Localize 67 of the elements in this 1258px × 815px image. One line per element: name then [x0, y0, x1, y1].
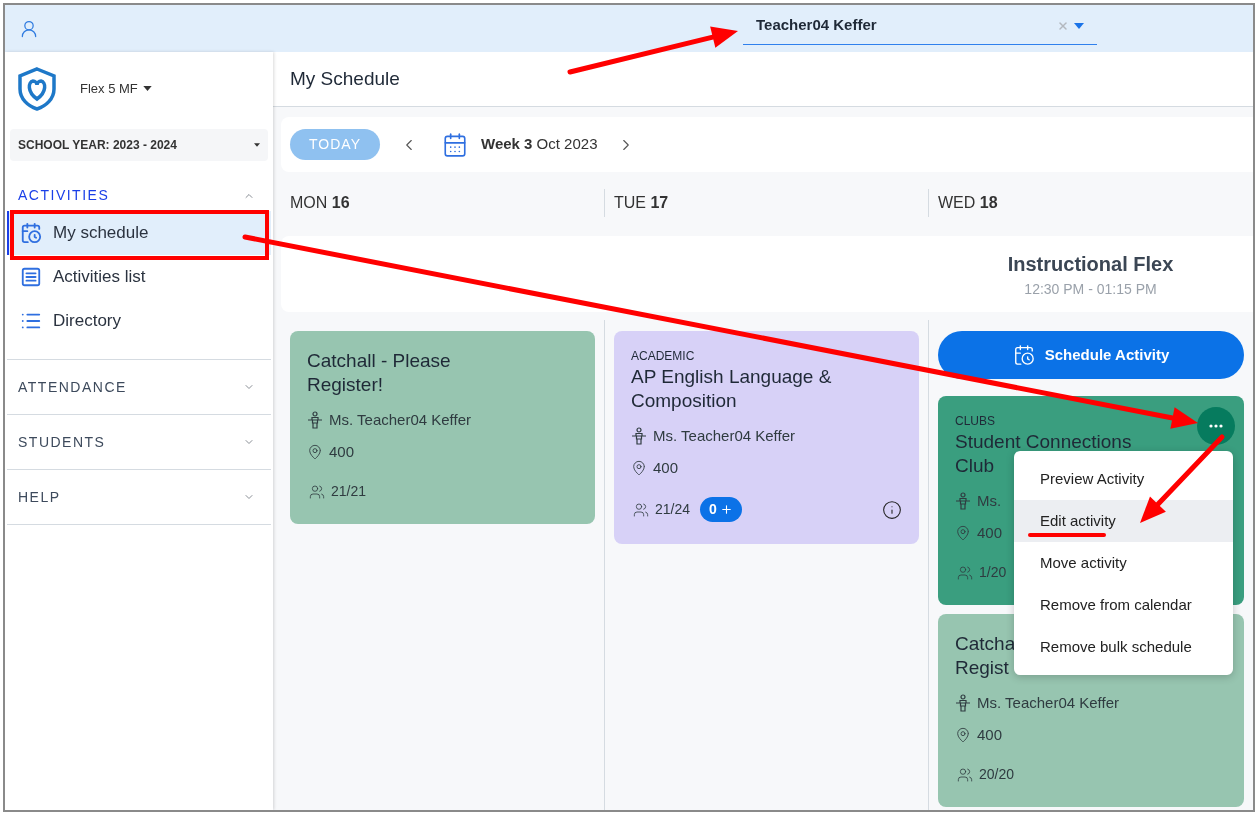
card-title: Catcha Regist — [955, 632, 1016, 680]
user-select[interactable]: Teacher04 Keffer — [743, 7, 1097, 45]
teacher-icon — [955, 694, 971, 713]
school-year-value: SCHOOL YEAR: 2023 - 2024 — [18, 137, 177, 154]
teacher-icon — [631, 427, 647, 446]
waitlist-badge[interactable]: 0 — [700, 497, 742, 522]
people-icon — [631, 501, 651, 518]
day-heading: TUE 17 — [614, 192, 669, 213]
section-header[interactable]: STUDENTS — [7, 415, 271, 469]
activity-card[interactable]: ACADEMIC AP English Language & Composition Ms. Teacher04 Keffer 400 21/24 0 — [614, 331, 919, 544]
people-icon — [955, 766, 975, 783]
section-header[interactable]: ATTENDANCE — [7, 360, 271, 414]
people-icon — [955, 564, 975, 581]
menu-item[interactable]: Remove bulk schedule — [1014, 626, 1233, 668]
location-icon — [631, 458, 647, 477]
location-icon — [955, 523, 971, 542]
caret-icon — [254, 143, 260, 147]
card-title: AP English Language & Composition — [631, 365, 833, 413]
room-number: 400 — [329, 441, 355, 462]
period-time: 12:30 PM - 01:15 PM — [1024, 279, 1157, 299]
teacher-name: Ms. Teacher04 Keffer — [329, 410, 472, 430]
teacher-name: Ms. Teacher04 Keffer — [653, 426, 796, 446]
calendar-clock-icon — [1012, 344, 1035, 366]
menu-item[interactable]: Move activity — [1014, 542, 1233, 584]
enrollment-count: 1/20 — [979, 563, 1007, 582]
teacher-icon — [307, 411, 323, 430]
teacher-name: Ms. Teacher04 Keffer — [977, 693, 1120, 713]
menu-item[interactable]: Edit activity — [1014, 500, 1233, 542]
section-header[interactable]: HELP — [7, 470, 271, 524]
page-title: My Schedule — [290, 66, 400, 91]
badge-count: 0 — [709, 500, 717, 519]
schedule-activity-button[interactable]: Schedule Activity — [938, 331, 1244, 379]
menu-item[interactable]: Remove from calendar — [1014, 584, 1233, 626]
teacher-name: Ms. — [977, 491, 1002, 511]
teacher-icon — [955, 492, 971, 511]
caret-icon — [142, 86, 152, 91]
card-category: ACADEMIC — [631, 349, 695, 363]
calendar-icon[interactable] — [442, 131, 468, 158]
info-icon[interactable] — [882, 499, 902, 520]
room-number: 400 — [653, 457, 679, 478]
week-label: Week 3 Oct 2023 — [481, 134, 598, 155]
day-heading: WED 18 — [938, 192, 998, 213]
calendar-clock-icon — [20, 222, 42, 244]
school-switcher[interactable]: Flex 5 MF — [80, 78, 152, 99]
period-title: Instructional Flex — [1007, 251, 1174, 277]
plus-icon — [719, 503, 733, 516]
location-icon — [955, 725, 971, 744]
switch-user-icon[interactable] — [19, 18, 39, 39]
card-title: Catchall - Please Register! — [307, 349, 452, 397]
shield-heart-logo — [17, 66, 57, 111]
list-card-icon — [20, 266, 42, 288]
enrollment-count: 21/24 — [655, 500, 691, 519]
selected-user: Teacher04 Keffer — [756, 15, 877, 36]
card-category: CLUBS — [955, 414, 995, 428]
location-icon — [307, 442, 323, 461]
section-header[interactable]: ACTIVITIES — [7, 183, 271, 208]
caret-icon — [1074, 22, 1084, 29]
room-number: 400 — [977, 724, 1003, 745]
activity-card[interactable]: Catchall - Please Register! Ms. Teacher04 Keffer 400 21/21 — [290, 331, 595, 524]
people-icon — [307, 483, 327, 500]
menu-item[interactable]: Preview Activity — [1014, 458, 1233, 500]
school-year-select[interactable]: SCHOOL YEAR: 2023 - 2024 — [10, 129, 268, 161]
room-number: 400 — [977, 522, 1003, 543]
ellipsis-icon — [1209, 424, 1223, 428]
enrollment-count: 20/20 — [979, 765, 1015, 784]
enrollment-count: 21/21 — [331, 482, 367, 501]
day-heading: MON 16 — [290, 192, 350, 213]
